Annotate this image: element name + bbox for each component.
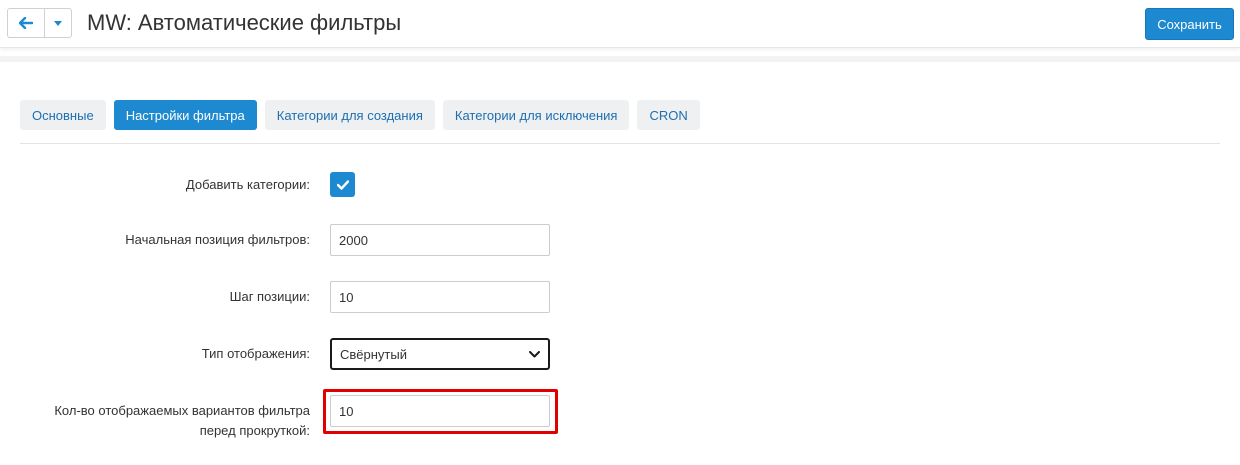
display-type-value: Свёрнутый — [340, 346, 407, 362]
start-position-label: Начальная позиция фильтров: — [125, 232, 310, 247]
tab-categories-exclude[interactable]: Категории для исключения — [442, 100, 630, 130]
check-icon — [336, 179, 349, 190]
tabs-divider — [20, 143, 1220, 144]
tab-categories-create[interactable]: Категории для создания — [264, 100, 435, 130]
chevron-down-icon — [529, 350, 540, 357]
visible-variants-label-line2: перед прокруткой: — [199, 423, 310, 438]
position-step-value: 10 — [339, 289, 354, 305]
arrow-left-icon — [19, 17, 33, 29]
visible-variants-input[interactable]: 10 — [330, 395, 550, 427]
tab-filter-settings[interactable]: Настройки фильтра — [113, 100, 257, 130]
tab-cron[interactable]: CRON — [637, 100, 700, 130]
position-step-input[interactable]: 10 — [330, 281, 550, 313]
header-separator — [0, 56, 1240, 62]
back-button[interactable] — [7, 8, 45, 38]
history-dropdown-button[interactable] — [44, 8, 72, 38]
top-toolbar: MW: Автоматические фильтры Сохранить — [0, 0, 1240, 48]
add-categories-label: Добавить категории: — [185, 177, 310, 192]
add-categories-checkbox[interactable] — [330, 172, 355, 197]
save-button[interactable]: Сохранить — [1145, 8, 1234, 40]
start-position-input[interactable]: 2000 — [330, 224, 550, 256]
page-title: MW: Автоматические фильтры — [87, 10, 402, 35]
caret-down-icon — [54, 20, 62, 26]
tab-main[interactable]: Основные — [20, 100, 106, 130]
display-type-label: Тип отображения: — [201, 346, 310, 361]
display-type-select[interactable]: Свёрнутый — [330, 338, 550, 370]
start-position-value: 2000 — [339, 232, 368, 248]
tab-bar: Основные Настройки фильтра Категории для… — [20, 100, 708, 130]
position-step-label: Шаг позиции: — [229, 289, 310, 304]
visible-variants-label-line1: Кол-во отображаемых вариантов фильтра — [54, 403, 310, 418]
visible-variants-value: 10 — [339, 403, 354, 419]
